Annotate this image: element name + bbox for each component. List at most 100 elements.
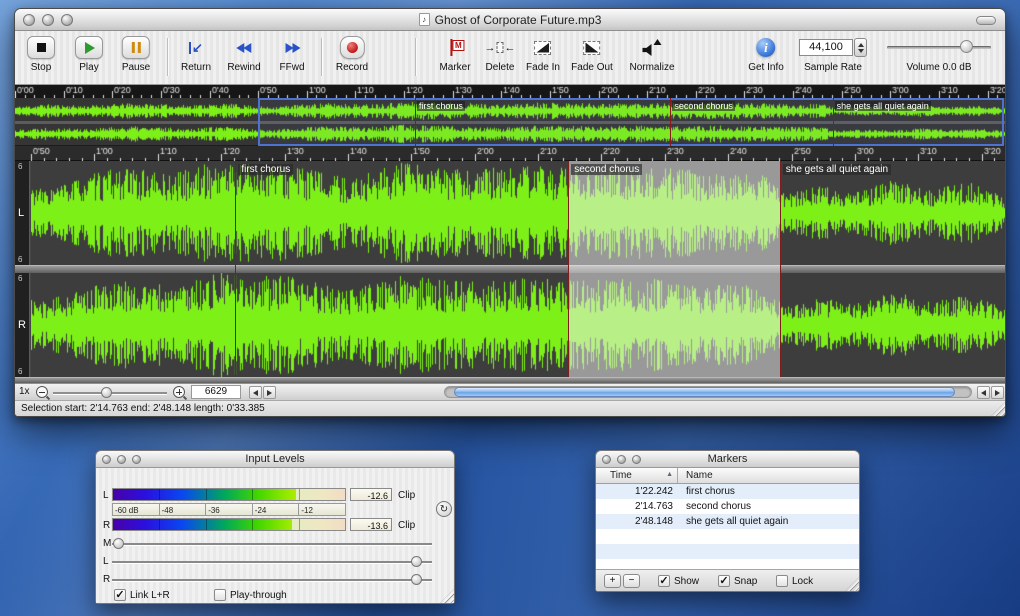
gain-slider-m-thumb[interactable] — [113, 538, 124, 549]
play-button[interactable]: Play — [75, 34, 103, 73]
marker-name-cell — [678, 544, 859, 559]
ffwd-label: FFwd — [280, 62, 305, 73]
return-to-start-icon: ↙ — [189, 40, 203, 56]
fade-out-button[interactable]: Fade Out — [571, 34, 613, 73]
sample-rate-control: 44,100 Sample Rate — [799, 34, 867, 73]
close-button[interactable] — [102, 455, 111, 464]
checkbox-box[interactable]: ✓ — [718, 575, 730, 587]
zoom-button[interactable] — [132, 455, 141, 464]
add-marker-button[interactable]: + — [604, 574, 621, 588]
pause-button[interactable]: Pause — [122, 34, 150, 73]
fade-in-icon — [534, 41, 551, 55]
fast-forward-icon — [285, 43, 299, 53]
samples-per-pixel-value[interactable]: 6629 — [191, 385, 241, 399]
zoom-in-button[interactable] — [173, 386, 185, 398]
play-icon — [85, 42, 95, 54]
step-left-button[interactable] — [249, 386, 262, 399]
fade-in-button[interactable]: Fade In — [526, 34, 560, 73]
zoom-button[interactable] — [632, 455, 641, 464]
fast-forward-button[interactable]: FFwd — [280, 34, 305, 73]
wave-canvas-right[interactable] — [31, 273, 1006, 377]
step-right-button[interactable] — [263, 386, 276, 399]
checkbox-box[interactable] — [214, 589, 226, 601]
markers-window: Markers Time ▲ Name 1'22.242first chorus… — [595, 450, 860, 592]
rewind-button[interactable]: Rewind — [227, 34, 260, 73]
play-through-checkbox[interactable]: Play-through — [214, 589, 287, 601]
wave-area[interactable]: 6 L 6 6 R 6 first chorussecond chorusshe… — [15, 161, 1005, 383]
selection-status-text: Selection start: 2'14.763 end: 2'48.148 … — [21, 403, 265, 414]
gain-slider-m[interactable] — [112, 538, 432, 549]
gain-slider-r-thumb[interactable] — [411, 574, 422, 585]
column-header-name[interactable]: Name — [678, 468, 859, 483]
gain-slider-r[interactable] — [112, 574, 432, 585]
close-button[interactable] — [23, 14, 35, 26]
record-icon — [347, 42, 358, 53]
lock-checkbox[interactable]: Lock — [776, 575, 813, 587]
gain-slider-l[interactable] — [112, 556, 432, 567]
volume-slider[interactable] — [887, 34, 991, 61]
checkbox-box[interactable] — [776, 575, 788, 587]
speaker-icon — [641, 39, 663, 56]
reset-clip-button[interactable]: ↻ — [436, 501, 452, 517]
marker-label: first chorus — [238, 164, 293, 175]
checkbox-box[interactable]: ✓ — [658, 575, 670, 587]
wave-canvas-left[interactable] — [31, 161, 1006, 265]
normalize-button[interactable]: Normalize — [629, 34, 674, 73]
show-checkbox[interactable]: ✓ Show — [658, 575, 699, 587]
window-titlebar[interactable]: ♪ Ghost of Corporate Future.mp3 — [15, 9, 1005, 31]
sample-rate-value[interactable]: 44,100 — [799, 39, 853, 56]
minimize-button[interactable] — [117, 455, 126, 464]
volume-control: Volume 0.0 dB — [887, 34, 991, 73]
main-ruler[interactable] — [15, 146, 1005, 161]
zoom-out-button[interactable] — [36, 386, 48, 398]
marker-name-cell — [678, 559, 859, 569]
overview-ruler[interactable] — [15, 85, 1005, 98]
stop-button[interactable]: Stop — [27, 34, 55, 73]
snap-checkbox[interactable]: ✓ Snap — [718, 575, 757, 587]
delete-button[interactable]: →← Delete — [485, 34, 516, 73]
input-levels-titlebar[interactable]: Input Levels — [96, 451, 454, 468]
toolbar: Stop Play Pause ↙ Return Rewind FFwd — [15, 31, 1005, 85]
resize-grip[interactable] — [991, 402, 1005, 416]
horizontal-scrollbar[interactable] — [444, 386, 972, 398]
zoom-slider[interactable] — [53, 387, 167, 398]
record-button[interactable]: Record — [336, 34, 368, 73]
marker-button[interactable]: M Marker — [439, 34, 470, 73]
scroll-left-button[interactable] — [977, 386, 990, 399]
sample-rate-stepper[interactable] — [854, 38, 867, 57]
marker-row[interactable]: 2'48.148she gets all quiet again — [596, 514, 859, 529]
toolbar-toggle-capsule[interactable] — [976, 16, 996, 25]
right-scale-top: 6 — [18, 274, 22, 283]
scrollbar-thumb[interactable] — [454, 387, 955, 397]
return-button[interactable]: ↙ Return — [181, 34, 211, 73]
status-bar: Selection start: 2'14.763 end: 2'48.148 … — [15, 400, 1005, 416]
checkbox-label: Show — [674, 576, 699, 587]
checkbox-label: Lock — [792, 576, 813, 587]
marker-row[interactable]: 1'22.242first chorus — [596, 484, 859, 499]
stop-icon — [37, 43, 46, 52]
column-header-time[interactable]: Time ▲ — [596, 468, 678, 483]
resize-grip[interactable] — [845, 577, 859, 591]
channel-divider — [15, 265, 1005, 273]
markers-titlebar[interactable]: Markers — [596, 451, 859, 468]
zoom-slider-thumb[interactable] — [101, 387, 112, 398]
meter-left-unfilled — [296, 489, 345, 500]
fade-out-icon — [583, 41, 600, 55]
gain-slider-l-thumb[interactable] — [411, 556, 422, 567]
get-info-button[interactable]: i Get Info — [748, 34, 784, 73]
remove-marker-button[interactable]: − — [623, 574, 640, 588]
pause-label: Pause — [122, 62, 150, 73]
close-button[interactable] — [602, 455, 611, 464]
volume-slider-thumb[interactable] — [960, 40, 973, 53]
scroll-right-button[interactable] — [991, 386, 1004, 399]
checkbox-box[interactable]: ✓ — [114, 589, 126, 601]
minimize-button[interactable] — [617, 455, 626, 464]
delete-label: Delete — [485, 62, 516, 73]
overview-strip[interactable]: first chorussecond chorusshe gets all qu… — [15, 98, 1005, 146]
link-lr-checkbox[interactable]: ✓ Link L+R — [114, 589, 170, 601]
minimize-button[interactable] — [42, 14, 54, 26]
marker-name-cell: first chorus — [678, 484, 859, 499]
zoom-button[interactable] — [61, 14, 73, 26]
marker-row[interactable]: 2'14.763second chorus — [596, 499, 859, 514]
resize-grip[interactable] — [440, 589, 454, 603]
